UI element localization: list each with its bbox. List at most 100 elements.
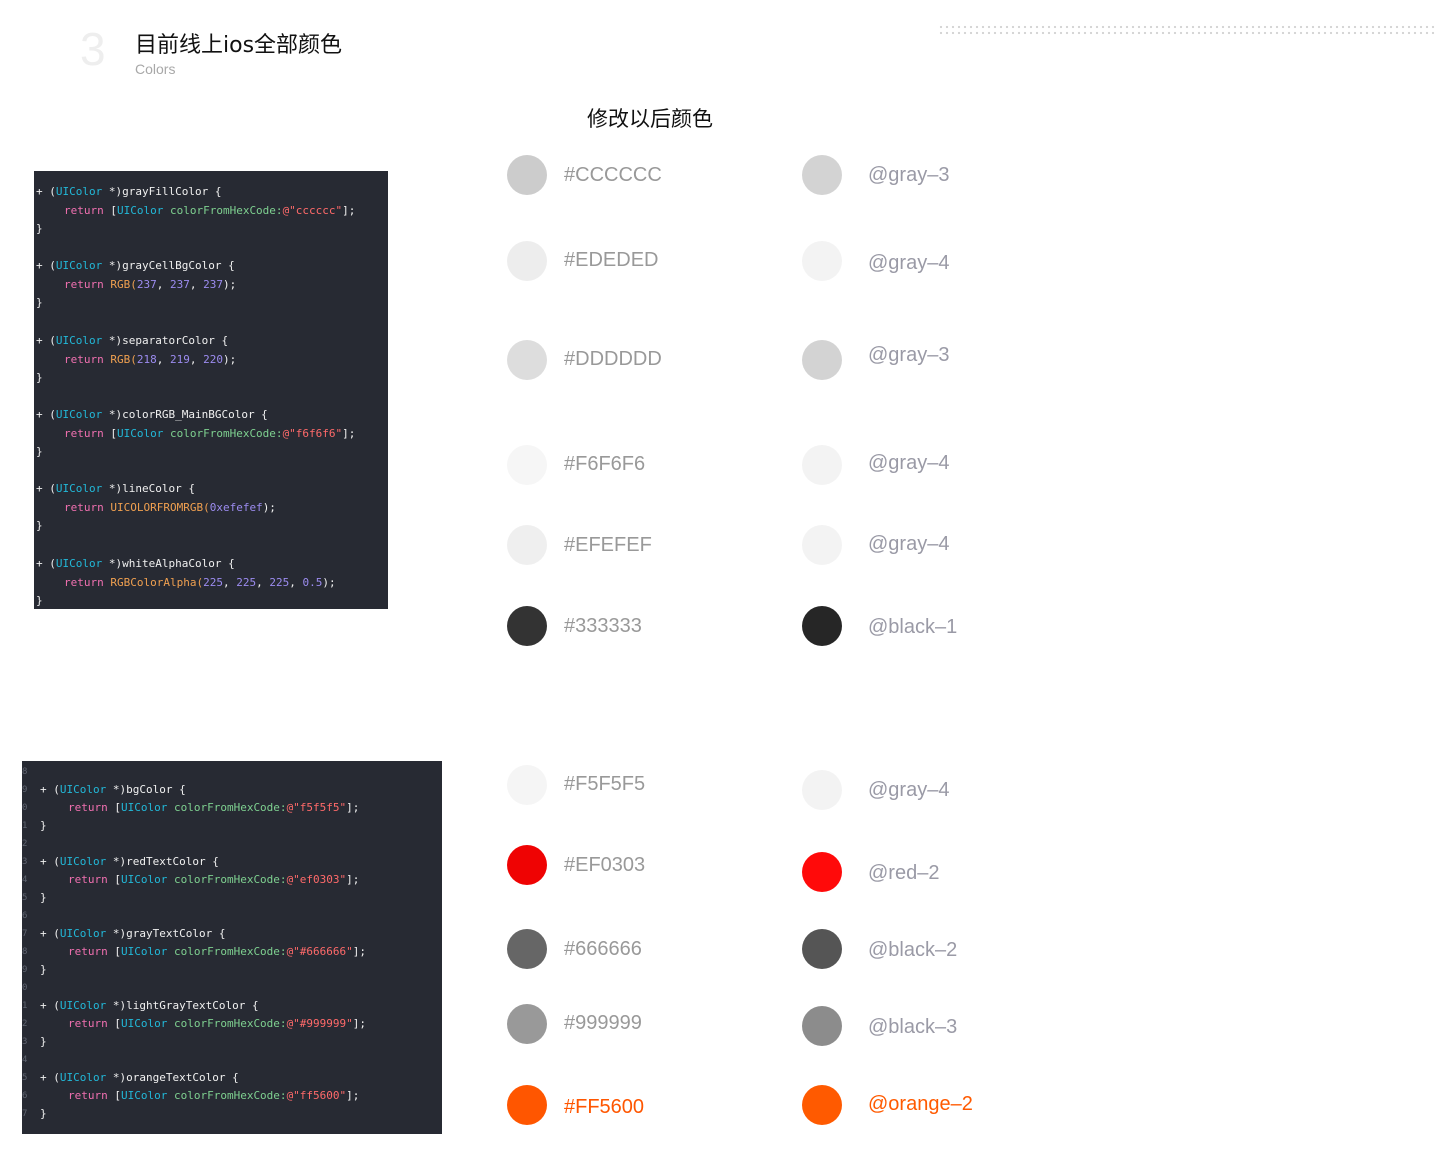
section-title: 目前线上ios全部颜色 <box>135 33 343 58</box>
brace-token: { <box>221 556 235 570</box>
code-return-line: return [UIColor colorFromHexCode:@"f5f5f… <box>68 801 359 814</box>
selector-token: colorFromHexCode: <box>173 801 287 814</box>
code-closing-brace: } <box>36 371 43 384</box>
bracket-token: ]; <box>346 801 360 814</box>
hex-label: #666666 <box>564 938 642 960</box>
line-number: 8 <box>22 767 28 777</box>
method-name: lineColor <box>122 482 182 496</box>
return-token: 225 <box>269 575 290 589</box>
line-number: 0 <box>22 983 28 993</box>
class-token: UIColor <box>59 783 107 796</box>
color-swatch <box>507 845 547 885</box>
class-token: UIColor <box>55 407 103 421</box>
color-swatch <box>507 525 547 565</box>
return-token: 218 <box>136 352 157 366</box>
token-swatch <box>802 770 842 810</box>
method-name: orangeTextColor <box>126 1071 226 1084</box>
color-swatch <box>507 929 547 969</box>
plus-token: + <box>40 855 54 868</box>
brace-token: } <box>36 222 43 235</box>
plus-token: + <box>40 783 54 796</box>
return-token: 0.5 <box>302 575 323 589</box>
code-closing-brace: } <box>40 891 47 904</box>
class-token: UIColor <box>120 1089 168 1102</box>
code-return-line: return RGBColorAlpha(225, 225, 225, 0.5)… <box>64 576 336 589</box>
brace-token: { <box>221 259 235 273</box>
plus-token: + <box>40 999 54 1012</box>
color-swatch <box>507 241 547 281</box>
bracket-token: [ <box>114 1017 121 1030</box>
return-token: 225 <box>236 575 257 589</box>
return-token: ); <box>222 352 237 366</box>
return-token: @"f6f6f6" <box>282 426 343 440</box>
code-closing-brace: } <box>36 594 43 607</box>
brace-token: { <box>181 482 195 496</box>
return-token: 220 <box>203 352 223 366</box>
plus-token: + <box>36 556 50 570</box>
code-closing-brace: } <box>40 963 47 976</box>
bracket-token: [ <box>114 945 121 958</box>
return-token: , <box>256 575 270 589</box>
code-return-line: return RGB(218, 219, 220); <box>64 353 236 366</box>
code-method-signature: + (UIColor *)grayTextColor { <box>40 927 225 940</box>
return-token: , <box>189 352 204 366</box>
return-token: 0xefefef <box>209 501 263 515</box>
hex-string: @"ff5600" <box>286 1089 347 1102</box>
method-name: separatorColor <box>122 333 215 347</box>
line-number: 2 <box>22 839 28 849</box>
token-label: @gray–4 <box>868 252 950 274</box>
return-keyword: return <box>64 278 111 292</box>
token-swatch <box>802 155 842 195</box>
paren-token: ( <box>49 482 56 496</box>
code-block-2: 8 9 0 1 2 3 4 5 6 7 8 9 0 1 2 3 4 5 6 7 + (UIColor *)bgColor… <box>22 761 442 1134</box>
method-name: grayFillColor <box>122 185 209 198</box>
pointer-token: *) <box>102 556 123 570</box>
plus-token: + <box>36 407 50 421</box>
color-swatch <box>507 1085 547 1125</box>
code-method-signature: + (UIColor *)whiteAlphaColor { <box>36 557 235 570</box>
return-keyword: return <box>64 501 111 515</box>
return-token: ); <box>262 501 276 515</box>
pointer-token: *) <box>106 927 127 940</box>
class-token: UIColor <box>59 927 107 940</box>
line-number: 5 <box>22 1073 28 1083</box>
token-label: @gray–4 <box>868 533 950 555</box>
hex-label: #333333 <box>564 615 642 637</box>
color-swatch <box>507 1004 547 1044</box>
token-swatch <box>802 606 842 646</box>
class-token: UIColor <box>120 873 168 886</box>
return-token: [ <box>110 426 117 440</box>
bracket-token: ]; <box>352 1017 367 1030</box>
return-token: ); <box>222 278 237 292</box>
return-token: ); <box>322 575 336 589</box>
bracket-token: ]; <box>352 945 367 958</box>
brace-token: } <box>40 819 47 832</box>
pointer-token: *) <box>106 783 127 796</box>
code-return-line: return [UIColor colorFromHexCode:@"#9999… <box>68 1017 366 1030</box>
method-name: bgColor <box>126 783 173 796</box>
paren-token: ( <box>49 259 56 273</box>
token-label: @gray–3 <box>868 164 950 186</box>
brace-token: } <box>36 444 43 458</box>
return-token: 237 <box>203 278 223 292</box>
return-token <box>163 427 170 440</box>
token-label: @gray–3 <box>868 344 950 366</box>
paren-token: ( <box>53 1071 60 1084</box>
code-return-line: return [UIColor colorFromHexCode:@"ccccc… <box>64 204 355 217</box>
token-label: @orange–2 <box>868 1093 973 1115</box>
code-return-line: return [UIColor colorFromHexCode:@"f6f6f… <box>64 427 355 440</box>
return-keyword: return <box>68 945 115 958</box>
hex-label: #999999 <box>564 1012 642 1034</box>
token-label: @black–1 <box>868 616 958 638</box>
method-name: grayTextColor <box>126 927 213 940</box>
code-closing-brace: } <box>36 519 43 532</box>
line-number: 7 <box>22 1109 28 1119</box>
color-swatch <box>507 155 547 195</box>
line-number: 2 <box>22 1019 28 1029</box>
pointer-token: *) <box>106 1071 127 1084</box>
pointer-token: *) <box>102 185 123 198</box>
bracket-token: [ <box>114 801 121 814</box>
brace-token: { <box>208 185 222 198</box>
return-token: ]; <box>342 426 356 440</box>
